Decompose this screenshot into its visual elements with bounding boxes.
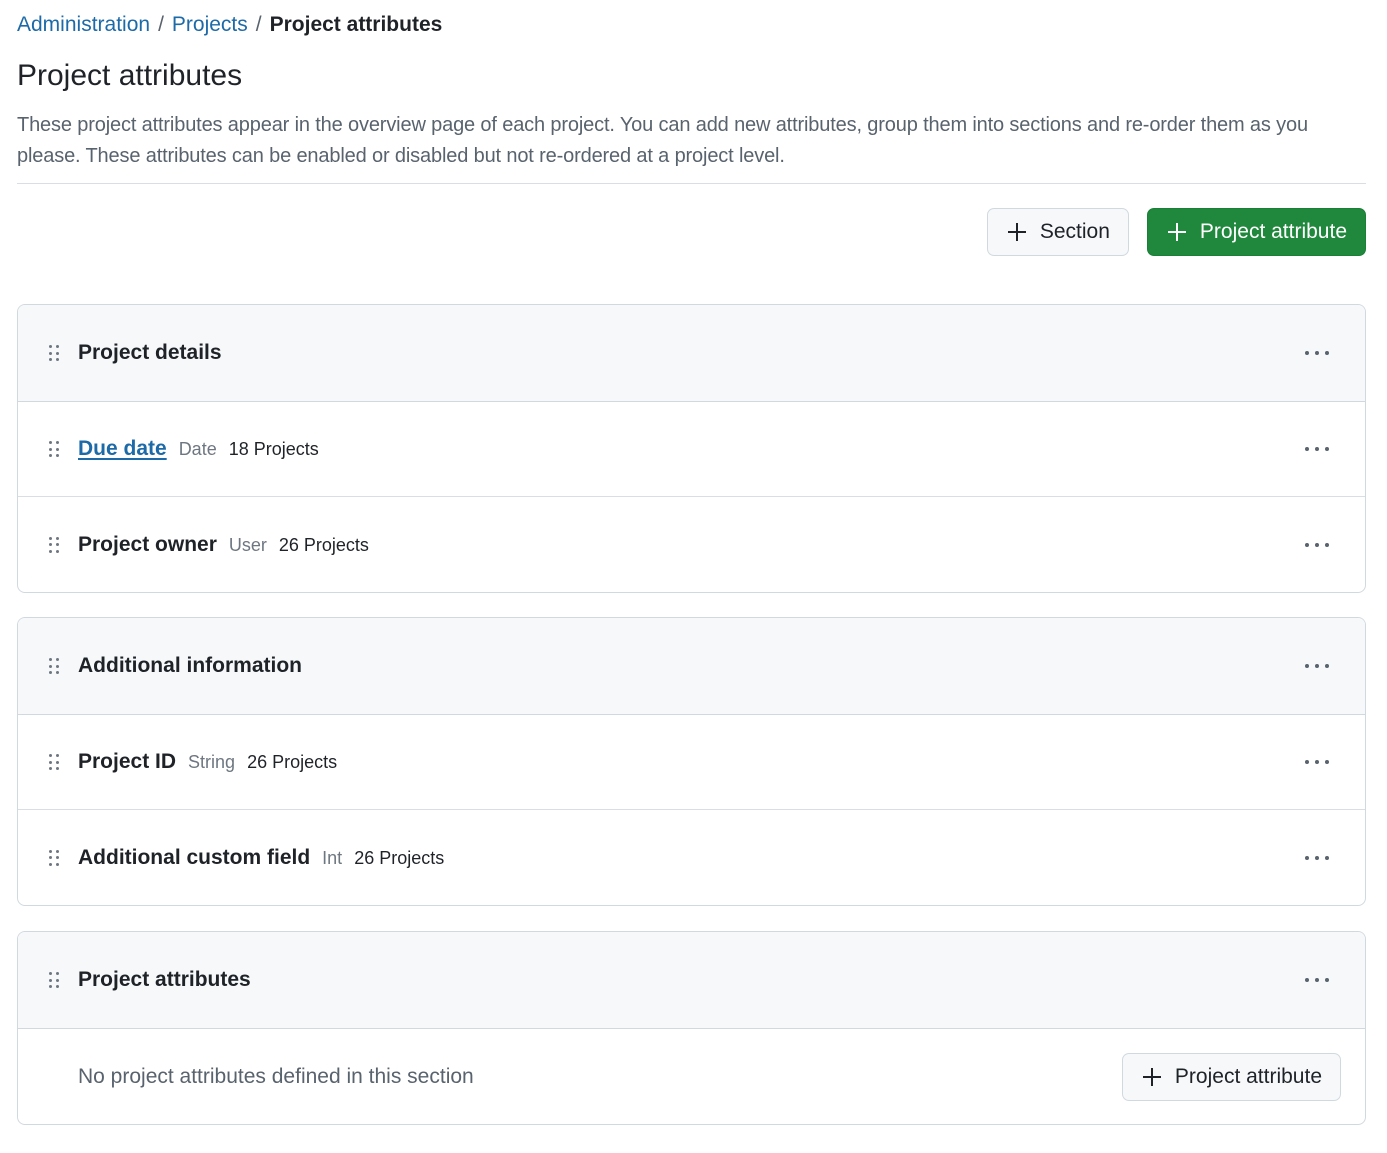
attribute-project-count: 26 Projects [354, 847, 445, 868]
attribute-info: Project ID String 26 Projects [78, 750, 337, 774]
attribute-info: Project owner User 26 Projects [78, 533, 369, 557]
plus-icon [1167, 223, 1186, 241]
attribute-type: User [228, 534, 267, 555]
attribute-info: Additional custom field Int 26 Projects [78, 846, 444, 870]
attribute-info: Due date Date 18 Projects [78, 437, 319, 461]
section-title: Project details [78, 341, 222, 364]
attribute-project-count: 18 Projects [228, 439, 319, 459]
section-header: Project attributes [18, 932, 1365, 1029]
attribute-name: Project owner [78, 532, 217, 556]
grabber-icon[interactable] [49, 536, 59, 553]
grabber-icon[interactable] [49, 754, 59, 770]
plus-icon [1007, 223, 1026, 241]
section-project-details: Project details Due date Date 18 Project… [17, 304, 1366, 593]
section-header: Project details [18, 305, 1365, 402]
section-additional-information: Additional information Project ID String… [17, 617, 1366, 906]
kebab-horizontal-icon[interactable] [1303, 752, 1331, 772]
breadcrumb-administration[interactable]: Administration [17, 13, 150, 36]
attribute-row: Project ID String 26 Projects [18, 715, 1365, 810]
section-project-attributes: Project attributes No project attributes… [17, 931, 1366, 1125]
grabber-icon[interactable] [49, 345, 59, 361]
kebab-horizontal-icon[interactable] [1303, 535, 1331, 555]
divider [17, 183, 1366, 184]
attribute-project-count: 26 Projects [247, 752, 338, 772]
toolbar: Section Project attribute [986, 208, 1366, 256]
section-title: Additional information [78, 654, 302, 677]
attribute-row: Project owner User 26 Projects [18, 497, 1365, 592]
add-project-attribute-button[interactable]: Project attribute [1146, 208, 1366, 256]
attribute-row: Additional custom field Int 26 Projects [18, 810, 1365, 905]
attribute-name: Additional custom field [78, 845, 311, 869]
kebab-horizontal-icon[interactable] [1303, 848, 1331, 868]
page-description: These project attributes appear in the o… [17, 114, 1308, 167]
section-header: Additional information [18, 618, 1365, 715]
plus-icon [1142, 1067, 1161, 1086]
add-project-attribute-label: Project attribute [1199, 220, 1347, 243]
grabber-icon[interactable] [49, 441, 59, 457]
breadcrumb: Administration / Projects / Project attribut… [17, 11, 442, 39]
add-section-button[interactable]: Section [986, 208, 1129, 256]
grabber-icon[interactable] [49, 972, 59, 988]
attribute-type: Date [178, 439, 217, 459]
kebab-horizontal-icon[interactable] [1303, 656, 1331, 676]
kebab-horizontal-icon[interactable] [1303, 970, 1331, 990]
section-add-project-attribute-label: Project attribute [1174, 1064, 1322, 1088]
breadcrumb-separator: / [255, 13, 262, 36]
grabber-icon[interactable] [49, 658, 59, 674]
breadcrumb-current: Project attributes [269, 13, 443, 36]
kebab-horizontal-icon[interactable] [1303, 343, 1331, 363]
page-title: Project attributes [17, 59, 243, 92]
breadcrumb-projects[interactable]: Projects [172, 13, 248, 36]
grabber-icon[interactable] [49, 849, 59, 866]
section-title: Project attributes [78, 968, 251, 991]
attribute-type: Int [322, 847, 343, 868]
attribute-name: Project ID [78, 750, 177, 773]
empty-state-text: No project attributes defined in this se… [78, 1064, 474, 1088]
add-section-label: Section [1039, 220, 1110, 243]
breadcrumb-separator: / [158, 13, 164, 36]
kebab-horizontal-icon[interactable] [1303, 439, 1331, 459]
attribute-type: String [188, 752, 236, 772]
attribute-project-count: 26 Projects [278, 534, 369, 555]
attribute-row: Due date Date 18 Projects [18, 402, 1365, 497]
section-add-project-attribute-button[interactable]: Project attribute [1121, 1052, 1341, 1101]
empty-state-row: No project attributes defined in this se… [18, 1029, 1365, 1124]
attribute-name-link[interactable]: Due date [78, 437, 167, 461]
